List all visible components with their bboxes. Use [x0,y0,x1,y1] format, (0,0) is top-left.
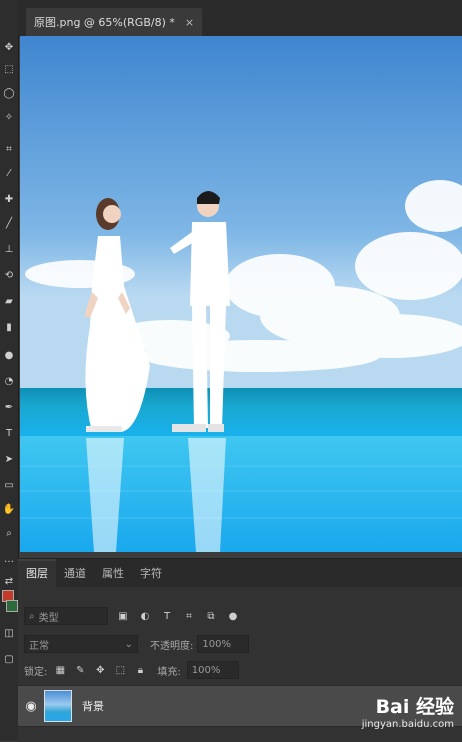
tab-properties[interactable]: 属性 [94,561,132,587]
lock-artboard-icon[interactable]: ⬚ [113,663,127,677]
screen-mode-icon[interactable]: ▢ [0,650,18,668]
document-tab[interactable]: 原图.png @ 65%(RGB/8) * × [26,8,203,36]
layer-filter-row: ⌕ 类型 ▣ ◐ T ⌗ ⧉ ● [18,607,462,625]
blend-mode-select[interactable]: 正常 ⌄ [24,635,138,653]
shape-layer-filter-icon[interactable]: ⌗ [182,609,196,623]
brush-tool-icon[interactable]: ╱ [0,214,18,232]
path-selection-icon[interactable]: ➤ [0,450,18,468]
type-tool-icon[interactable]: T [0,424,18,442]
healing-brush-icon[interactable]: ✚ [0,190,18,208]
quick-mask-icon[interactable]: ◫ [0,624,18,642]
visibility-eye-icon[interactable]: ◉ [18,699,44,714]
move-tool-icon[interactable]: ✥ [0,38,18,56]
tab-character[interactable]: 字符 [132,561,170,587]
fill-label: 填充: [157,666,181,678]
layer-filter-select[interactable]: ⌕ 类型 [24,607,108,625]
clone-stamp-icon[interactable]: ⊥ [0,240,18,258]
lock-image-pixels-icon[interactable]: ✎ [73,663,87,677]
close-tab-icon[interactable]: × [185,16,194,29]
watermark-url: jingyan.baidu.com [361,719,454,730]
crop-tool-icon[interactable]: ⌗ [0,140,18,158]
more-tools-icon[interactable]: … [0,550,18,568]
tab-layers[interactable]: 图层 [18,559,56,587]
layer-name: 背景 [82,700,104,713]
lock-row: 锁定: ▦ ✎ ✥ ⬚ 🔒︎ 填充: 100% [18,661,462,679]
fill-field[interactable]: 100% [186,661,239,679]
filter-type-label: 类型 [38,612,59,624]
watermark-brand: Bai 经验 [375,696,454,718]
filter-toggle-icon[interactable]: ● [226,609,240,623]
smart-object-filter-icon[interactable]: ⧉ [204,609,218,623]
opacity-label: 不透明度: [150,640,194,652]
tools-panel: ✥ ⬚ ◯ ✧ ⌗ ⁄ ✚ ╱ ⊥ ⟲ ▰ ▮ ● ◔ ✒ T ➤ ▭ ✋ ⌕ … [0,0,19,741]
document-tab-title: 原图.png @ 65%(RGB/8) * [34,16,175,29]
photo-wedding-couple [20,36,462,552]
lock-all-icon[interactable]: 🔒︎ [133,663,147,677]
marquee-tool-icon[interactable]: ⬚ [0,60,18,78]
blend-row: 正常 ⌄ 不透明度: 100% [18,635,462,653]
tab-channels[interactable]: 通道 [56,561,94,587]
background-color-swatch[interactable] [6,600,18,612]
lock-label: 锁定: [24,666,48,678]
layers-panel: 图层 通道 属性 字符 ⌕ 类型 ▣ ◐ T ⌗ ⧉ ● 正常 ⌄ 不透明度: … [18,558,462,742]
opacity-field[interactable]: 100% [197,635,250,653]
blend-mode-value: 正常 [29,640,49,652]
pixel-layer-filter-icon[interactable]: ▣ [116,609,130,623]
blur-tool-icon[interactable]: ● [0,346,18,364]
history-brush-icon[interactable]: ⟲ [0,266,18,284]
watermark: Bai 经验 jingyan.baidu.com [362,692,454,730]
eyedropper-tool-icon[interactable]: ⁄ [0,164,18,182]
eraser-tool-icon[interactable]: ▰ [0,292,18,310]
zoom-tool-icon[interactable]: ⌕ [0,524,18,542]
lock-position-icon[interactable]: ✥ [93,663,107,677]
magic-wand-icon[interactable]: ✧ [0,108,18,126]
shape-tool-icon[interactable]: ▭ [0,476,18,494]
document-tab-bar: 原图.png @ 65%(RGB/8) * × [18,0,462,37]
pen-tool-icon[interactable]: ✒ [0,398,18,416]
panel-tabs: 图层 通道 属性 字符 [18,559,462,587]
type-layer-filter-icon[interactable]: T [160,609,174,623]
dodge-tool-icon[interactable]: ◔ [0,372,18,390]
search-icon: ⌕ [29,610,35,622]
canvas-image[interactable] [20,36,462,552]
lock-transparent-pixels-icon[interactable]: ▦ [53,663,67,677]
layer-thumbnail [44,690,72,722]
adjustment-layer-filter-icon[interactable]: ◐ [138,609,152,623]
swap-colors-icon[interactable]: ⇄ [0,572,18,590]
hand-tool-icon[interactable]: ✋ [0,500,18,518]
chevron-down-icon: ⌄ [124,638,133,650]
lasso-tool-icon[interactable]: ◯ [0,84,18,102]
gradient-tool-icon[interactable]: ▮ [0,318,18,336]
